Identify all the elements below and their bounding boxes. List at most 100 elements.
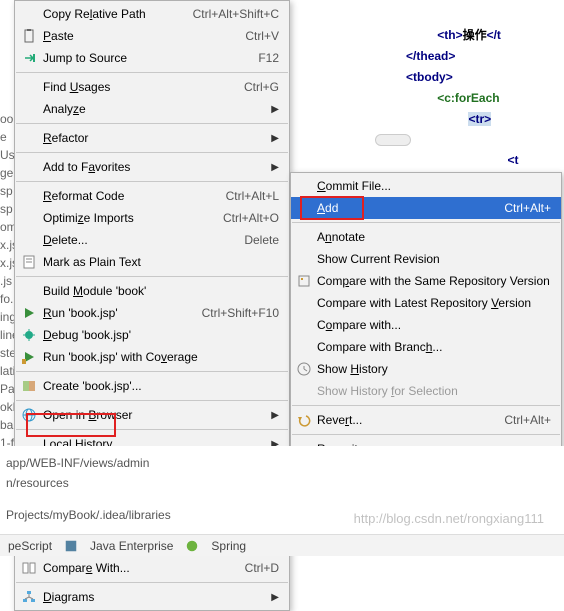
path-line-1: app/WEB-INF/views/admin [6,456,558,470]
globe-icon [19,407,39,423]
menu-item-13[interactable]: Delete...Delete [15,229,289,251]
menu-item-7[interactable]: Refactor▶ [15,127,289,149]
menu-item-label: Delete... [39,233,244,247]
submenu-item-label: Show History for Selection [317,384,551,398]
repo-icon [295,273,313,289]
menu-item-label: Build Module 'book' [39,284,279,298]
typescript-label[interactable]: peScript [8,539,52,553]
hist-icon [295,361,313,377]
menu-item-shortcut: Ctrl+Shift+F10 [202,306,279,320]
paste-icon [19,28,39,44]
menu-item-shortcut: Ctrl+Alt+O [223,211,279,225]
menu-separator [16,276,288,277]
menu-item-label: Mark as Plain Text [39,255,279,269]
jump-icon [19,50,39,66]
submenu-arrow-icon: ▶ [269,104,279,115]
menu-item-2[interactable]: Jump to SourceF12 [15,47,289,69]
menu-item-label: Diagrams [39,590,269,604]
menu-item-shortcut: Delete [244,233,279,247]
blank-icon [19,130,39,146]
submenu-item-5[interactable]: Compare with the Same Repository Version [291,270,561,292]
menu-item-14[interactable]: Mark as Plain Text [15,251,289,273]
menu-separator [16,72,288,73]
submenu-item-12[interactable]: Revert...Ctrl+Alt+ [291,409,561,431]
code-tbody: <tbody> [406,70,453,84]
submenu-separator [292,222,560,223]
menu-item-5[interactable]: Analyze▶ [15,98,289,120]
spring-icon [185,539,199,553]
submenu-item-10: Show History for Selection [291,380,561,402]
menu-item-shortcut: Ctrl+D [245,561,279,575]
menu-item-12[interactable]: Optimize ImportsCtrl+Alt+O [15,207,289,229]
menu-item-label: Compare With... [39,561,245,575]
menu-item-16[interactable]: Build Module 'book' [15,280,289,302]
menu-item-label: Create 'book.jsp'... [39,379,279,393]
submenu-item-1[interactable]: AddCtrl+Alt+ [291,197,561,219]
submenu-item-label: Compare with the Same Repository Version [317,274,551,288]
menu-item-32[interactable]: Compare With...Ctrl+D [15,557,289,579]
submenu-item-0[interactable]: Commit File... [291,175,561,197]
submenu-arrow-icon: ▶ [269,592,279,603]
run-icon [19,305,39,321]
watermark-text: http://blog.csdn.net/rongxiang111 [354,511,544,526]
status-bar: peScript Java Enterprise Spring [0,534,564,556]
blank-icon [19,6,39,22]
java-enterprise-label[interactable]: Java Enterprise [90,539,173,553]
submenu-item-label: Add [317,201,504,215]
code-thead-close: </thead> [406,49,455,63]
submenu-item-label: Revert... [317,413,504,427]
revert-icon [295,412,313,428]
menu-item-34[interactable]: Diagrams▶ [15,586,289,608]
menu-item-19[interactable]: Run 'book.jsp' with Coverage [15,346,289,368]
menu-item-21[interactable]: Create 'book.jsp'... [15,375,289,397]
menu-separator [16,371,288,372]
menu-item-9[interactable]: Add to Favorites▶ [15,156,289,178]
menu-separator [16,582,288,583]
submenu-item-label: Show History [317,362,551,376]
submenu-item-9[interactable]: Show History [291,358,561,380]
code-foreach: <c:forEach [437,91,499,105]
menu-item-1[interactable]: PasteCtrl+V [15,25,289,47]
submenu-item-label: Compare with... [317,318,551,332]
menu-item-label: Paste [39,29,245,43]
menu-item-23[interactable]: Open in Browser▶ [15,404,289,426]
debug-icon [19,327,39,343]
submenu-item-7[interactable]: Compare with... [291,314,561,336]
menu-item-11[interactable]: Reformat CodeCtrl+Alt+L [15,185,289,207]
menu-item-label: Jump to Source [39,51,258,65]
blank-icon [19,283,39,299]
menu-item-0[interactable]: Copy Relative PathCtrl+Alt+Shift+C [15,3,289,25]
menu-item-label: Debug 'book.jsp' [39,328,279,342]
txt-icon [19,254,39,270]
submenu-item-4[interactable]: Show Current Revision [291,248,561,270]
path-line-2: n/resources [6,476,558,490]
menu-separator [16,429,288,430]
menu-item-17[interactable]: Run 'book.jsp'Ctrl+Shift+F10 [15,302,289,324]
blank-icon [19,79,39,95]
menu-item-4[interactable]: Find UsagesCtrl+G [15,76,289,98]
spring-label[interactable]: Spring [211,539,246,553]
fold-indicator [375,134,411,146]
menu-item-shortcut: Ctrl+V [245,29,279,43]
submenu-separator [292,405,560,406]
menu-item-label: Run 'book.jsp' with Coverage [39,350,279,364]
menu-item-label: Run 'book.jsp' [39,306,202,320]
menu-item-shortcut: Ctrl+Alt+L [226,189,279,203]
menu-item-label: Open in Browser [39,408,269,422]
submenu-item-8[interactable]: Compare with Branch... [291,336,561,358]
submenu-item-shortcut: Ctrl+Alt+ [504,413,551,427]
code-editor-bg: <th>操作</t </thead> <tbody> <c:forEach <t… [284,0,564,180]
menu-separator [16,123,288,124]
menu-item-shortcut: F12 [258,51,279,65]
compare-icon [19,560,39,576]
menu-separator [16,181,288,182]
cover-icon [19,349,39,365]
code-th: <th> [437,28,462,42]
submenu-item-3[interactable]: Annotate [291,226,561,248]
submenu-item-6[interactable]: Compare with Latest Repository Version [291,292,561,314]
blank-icon [19,188,39,204]
submenu-item-shortcut: Ctrl+Alt+ [504,201,551,215]
blank-icon [19,101,39,117]
menu-item-18[interactable]: Debug 'book.jsp' [15,324,289,346]
submenu-item-label: Show Current Revision [317,252,551,266]
